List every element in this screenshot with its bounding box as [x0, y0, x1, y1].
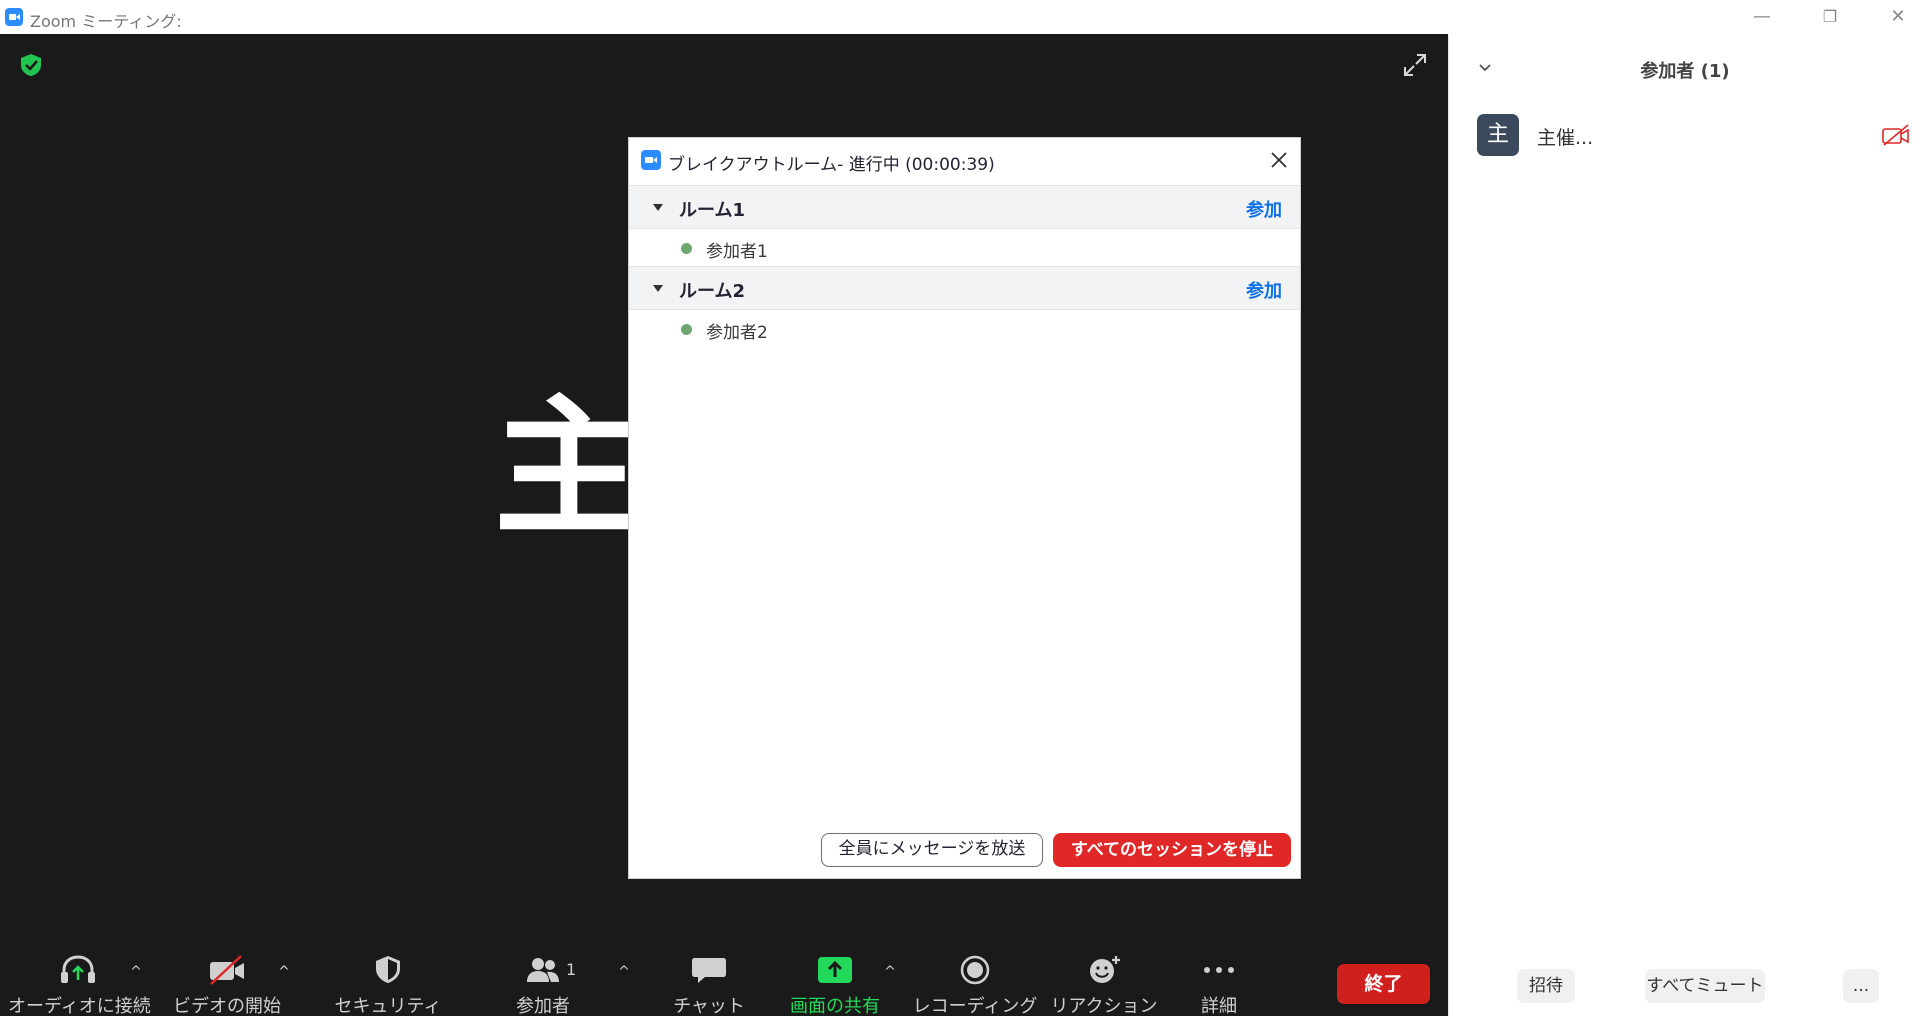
video-off-icon [210, 955, 244, 985]
audio-options-caret[interactable]: ^ [128, 964, 144, 980]
join-audio-label: オーディオに接続 [8, 996, 151, 1017]
more-button[interactable]: 詳細 [1174, 944, 1264, 1017]
share-screen-icon [818, 957, 852, 983]
video-off-icon [1882, 124, 1909, 146]
participants-count: 1 [566, 960, 577, 979]
record-button[interactable]: レコーディング [912, 944, 1038, 1017]
join-room-2-button[interactable]: 参加 [1246, 277, 1282, 303]
member-name: 参加者2 [706, 323, 768, 343]
join-audio-button[interactable]: オーディオに接続 [8, 944, 151, 1017]
avatar: 主 [1477, 114, 1519, 156]
reactions-button[interactable]: リアクション [1044, 944, 1164, 1017]
zoom-dialog-icon [641, 150, 661, 170]
record-label: レコーディング [912, 996, 1038, 1017]
close-window-button[interactable]: ✕ [1878, 2, 1918, 32]
start-video-label: ビデオの開始 [173, 996, 281, 1017]
record-icon [960, 955, 990, 985]
breakout-rooms-dialog: ブレイクアウトルーム- 進行中 (00:00:39) ルーム1 参加 参加者1 … [628, 137, 1301, 879]
smiley-add-icon [1090, 956, 1120, 983]
minimize-button[interactable]: — [1742, 2, 1782, 32]
invite-button[interactable]: 招待 [1517, 969, 1575, 1003]
end-meeting-button[interactable]: 終了 [1337, 964, 1430, 1004]
status-dot [681, 243, 692, 254]
participants-icon [527, 958, 559, 982]
chat-button[interactable]: チャット [654, 944, 764, 1017]
stop-all-sessions-button[interactable]: すべてのセッションを停止 [1053, 833, 1291, 867]
room-member-row: 参加者1 [629, 229, 1300, 267]
join-room-1-button[interactable]: 参加 [1246, 196, 1282, 222]
security-button[interactable]: セキュリティ [328, 944, 448, 1017]
window-title: Zoom ミーティング: [30, 12, 182, 31]
headphones-icon [61, 955, 95, 983]
collapse-triangle-icon[interactable] [653, 285, 663, 292]
room-header-2[interactable]: ルーム2 参加 [629, 266, 1300, 310]
zoom-app-icon [5, 8, 23, 26]
panel-more-button[interactable]: ... [1843, 969, 1879, 1003]
room-member-row: 参加者2 [629, 310, 1300, 348]
participants-button[interactable]: 参加者 [488, 944, 598, 1017]
host-avatar-large: 主 [494, 382, 645, 556]
room-name: ルーム2 [679, 281, 745, 302]
participants-label: 参加者 [516, 996, 570, 1017]
meeting-toolbar: オーディオに接続 ^ ビデオの開始 ^ セキュリティ 参加者 1 ^ チャット … [0, 944, 1448, 1017]
room-name: ルーム1 [679, 200, 745, 221]
broadcast-message-button[interactable]: 全員にメッセージを放送 [821, 833, 1043, 867]
more-label: 詳細 [1201, 996, 1237, 1017]
room-header-1[interactable]: ルーム1 参加 [629, 185, 1300, 229]
share-screen-label: 画面の共有 [790, 996, 880, 1017]
participants-options-caret[interactable]: ^ [616, 964, 632, 980]
collapse-triangle-icon[interactable] [653, 204, 663, 211]
share-screen-button[interactable]: 画面の共有 [780, 944, 890, 1017]
chat-bubble-icon [692, 958, 726, 983]
participant-name[interactable]: 主催... [1537, 123, 1593, 150]
security-shield-toolbar-icon [376, 956, 400, 983]
video-options-caret[interactable]: ^ [276, 964, 292, 980]
chat-label: チャット [673, 996, 745, 1017]
security-shield-icon[interactable] [18, 52, 44, 78]
share-options-caret[interactable]: ^ [882, 964, 898, 980]
title-bar: Zoom ミーティング: — ❐ ✕ [0, 0, 1920, 34]
fullscreen-icon[interactable] [1400, 50, 1430, 80]
mute-all-button[interactable]: すべてミュート [1645, 969, 1765, 1003]
status-dot [681, 324, 692, 335]
start-video-button[interactable]: ビデオの開始 [162, 944, 292, 1017]
reactions-label: リアクション [1050, 996, 1158, 1017]
close-dialog-icon[interactable] [1265, 146, 1293, 174]
more-dots-icon [1204, 967, 1234, 973]
participants-panel: 参加者 (1) 主 主催... 招待 すべてミュート ... [1448, 34, 1920, 1016]
member-name: 参加者1 [706, 242, 768, 262]
restore-button[interactable]: ❐ [1810, 2, 1850, 32]
panel-title: 参加者 (1) [1640, 61, 1730, 82]
security-label: セキュリティ [334, 996, 442, 1017]
breakout-dialog-title: ブレイクアウトルーム- 進行中 (00:00:39) [668, 155, 995, 175]
